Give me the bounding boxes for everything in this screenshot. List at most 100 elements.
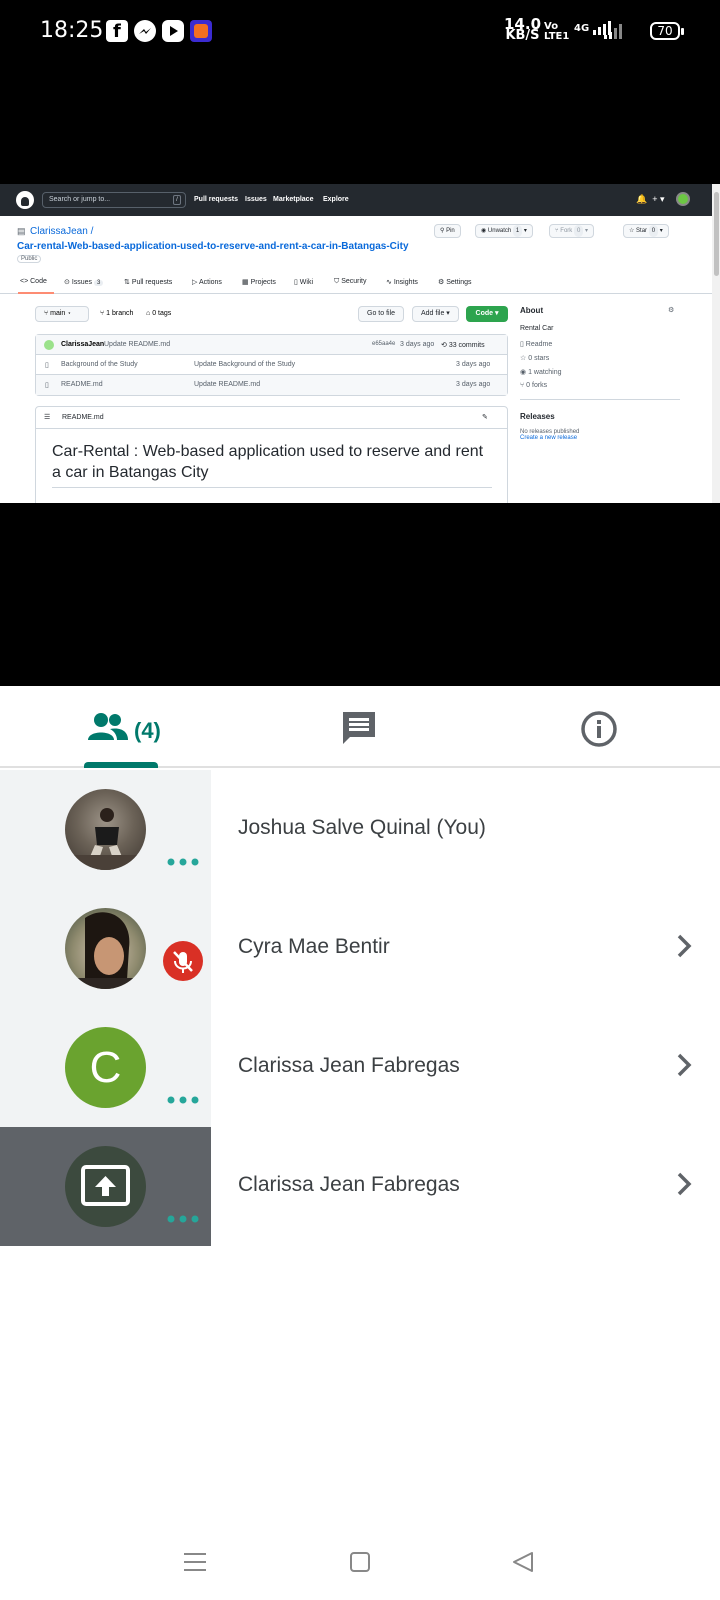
list-item[interactable]: ▯ README.md Update README.md 3 days ago: [36, 375, 507, 395]
stars-link[interactable]: ☆ 0 stars: [520, 354, 680, 362]
tab-people[interactable]: (4): [84, 686, 174, 768]
lazada-icon: [190, 20, 212, 42]
repo-name-link[interactable]: Car-rental-Web-based-application-used-to…: [17, 241, 409, 252]
more-options-icon[interactable]: [167, 858, 199, 866]
tab-code[interactable]: <> Code: [20, 278, 47, 285]
create-release-link[interactable]: Create a new release: [520, 435, 680, 441]
meeting-tabs: (4): [0, 686, 720, 768]
shared-screen: Search or jump to... / Pull requests Iss…: [0, 184, 720, 503]
youtube-icon: [162, 20, 184, 42]
github-search-input[interactable]: Search or jump to... /: [42, 192, 186, 208]
github-nav-explore[interactable]: Explore: [323, 196, 349, 203]
participant-row[interactable]: C Clarissa Jean Fabregas: [0, 1008, 720, 1127]
code-button[interactable]: Code ▾: [466, 306, 508, 322]
menu-icon[interactable]: [184, 1552, 206, 1572]
tab-pull-requests[interactable]: ⇅ Pull requests: [124, 278, 172, 286]
repo-tabs: <> Code ⊙ Issues 3 ⇅ Pull requests ▷ Act…: [0, 274, 712, 294]
tab-chat[interactable]: [340, 710, 378, 751]
commit-author[interactable]: ClarissaJean: [61, 341, 104, 348]
visibility-badge: Public: [17, 255, 42, 263]
facebook-icon: f: [106, 20, 128, 42]
commit-message[interactable]: Update README.md: [104, 341, 170, 348]
mic-off-icon: [163, 941, 203, 981]
active-tab-indicator: [18, 292, 54, 294]
participant-row[interactable]: Cyra Mae Bentir: [0, 889, 720, 1008]
participant-name: Clarissa Jean Fabregas: [238, 1054, 460, 1077]
github-avatar[interactable]: [676, 192, 690, 206]
avatar: [44, 340, 54, 350]
people-count: (4): [134, 718, 161, 743]
participant-name: Joshua Salve Quinal (You): [238, 816, 486, 839]
github-nav-marketplace[interactable]: Marketplace: [273, 196, 313, 203]
active-tab-indicator: [84, 762, 158, 768]
readme-header: ☰ README.md ✎: [36, 407, 507, 429]
home-icon[interactable]: [350, 1552, 370, 1572]
readme-link[interactable]: ▯ Readme: [520, 340, 680, 348]
avatar: [65, 908, 146, 989]
tab-insights[interactable]: ∿ Insights: [386, 278, 418, 286]
readme-panel: ☰ README.md ✎ Car-Rental : Web-based app…: [35, 406, 508, 503]
avatar: C: [65, 1027, 146, 1108]
tab-settings[interactable]: ⚙ Settings: [438, 278, 472, 286]
chevron-right-icon[interactable]: [676, 1171, 692, 1197]
network-speed: 14.0 KB/S: [504, 15, 542, 43]
people-icon: [88, 713, 128, 740]
more-options-icon[interactable]: [167, 1215, 199, 1223]
commit-hash[interactable]: e65aa4e: [372, 341, 395, 347]
signal-icon: [604, 24, 622, 39]
github-header: Search or jump to... / Pull requests Iss…: [0, 184, 712, 216]
commits-count[interactable]: ⟲ 33 commits: [441, 341, 485, 349]
more-options-icon[interactable]: [167, 1096, 199, 1104]
tab-info[interactable]: [580, 710, 618, 753]
tab-actions[interactable]: ▷ Actions: [192, 278, 222, 286]
participant-name: Cyra Mae Bentir: [238, 935, 390, 958]
chevron-right-icon[interactable]: [676, 1052, 692, 1078]
go-to-file-button[interactable]: Go to file: [358, 306, 405, 322]
star-button[interactable]: ☆ Star 0 ▾: [623, 224, 669, 238]
clock: 18:25: [40, 18, 104, 43]
messenger-icon: [134, 20, 156, 42]
list-item[interactable]: ▯ Background of the Study Update Backgro…: [36, 355, 507, 375]
file-list: ClarissaJean Update README.md e65aa4e 3 …: [35, 334, 508, 396]
list-icon[interactable]: ☰: [44, 407, 50, 429]
tab-security[interactable]: ⛉ Security: [334, 278, 367, 286]
file-icon: ▯: [45, 362, 49, 369]
present-screen-icon: [81, 1165, 130, 1206]
tab-issues[interactable]: ⊙ Issues 3: [64, 278, 104, 286]
github-nav-issues[interactable]: Issues: [245, 196, 267, 203]
file-icon: ▯: [45, 382, 49, 389]
add-file-button[interactable]: Add file ▾: [412, 306, 459, 322]
fork-button[interactable]: ⑂ Fork 0 ▾: [549, 224, 594, 238]
repo-icon: ▤: [17, 226, 26, 236]
unwatch-button[interactable]: ◉ Unwatch 1 ▾: [475, 224, 533, 238]
commit-time: 3 days ago: [400, 341, 435, 348]
battery-icon: 70: [650, 22, 684, 40]
chevron-right-icon[interactable]: [676, 933, 692, 959]
latest-commit: ClarissaJean Update README.md e65aa4e 3 …: [36, 335, 507, 355]
video-letterbox: [0, 503, 720, 686]
chat-icon: [343, 712, 375, 744]
readme-title: Car-Rental : Web-based application used …: [52, 443, 484, 481]
branch-count-link[interactable]: ⑂ 1 branch: [100, 310, 133, 317]
pin-button[interactable]: ⚲ Pin: [434, 224, 461, 238]
github-nav-pull-requests[interactable]: Pull requests: [194, 196, 238, 203]
watching-link[interactable]: ◉ 1 watching: [520, 368, 680, 376]
info-icon: [581, 711, 617, 747]
participant-row[interactable]: Joshua Salve Quinal (You): [0, 770, 720, 889]
edit-pencil-icon[interactable]: ✎: [482, 407, 488, 429]
branch-selector[interactable]: ⑂ main ▾: [35, 306, 89, 322]
avatar: [65, 789, 146, 870]
gear-icon[interactable]: ⚙: [668, 306, 674, 314]
tab-projects[interactable]: ▦ Projects: [242, 278, 276, 286]
tag-count-link[interactable]: ⌂ 0 tags: [146, 310, 171, 317]
forks-link[interactable]: ⑂ 0 forks: [520, 382, 680, 389]
participant-row[interactable]: Clarissa Jean Fabregas: [0, 1127, 720, 1246]
github-logo-icon[interactable]: [16, 191, 34, 209]
scrollbar-thumb[interactable]: [714, 192, 719, 276]
back-icon[interactable]: [512, 1551, 534, 1573]
repo-owner-link[interactable]: ClarissaJean /: [30, 226, 93, 237]
notifications-plus-icons[interactable]: 🔔 + ▾: [636, 194, 664, 205]
participant-name: Clarissa Jean Fabregas: [238, 1173, 460, 1196]
status-bar: 18:25 f 14.0 KB/S Vo LTE1 4G 70: [0, 0, 720, 184]
tab-wiki[interactable]: ▯ Wiki: [294, 278, 313, 286]
